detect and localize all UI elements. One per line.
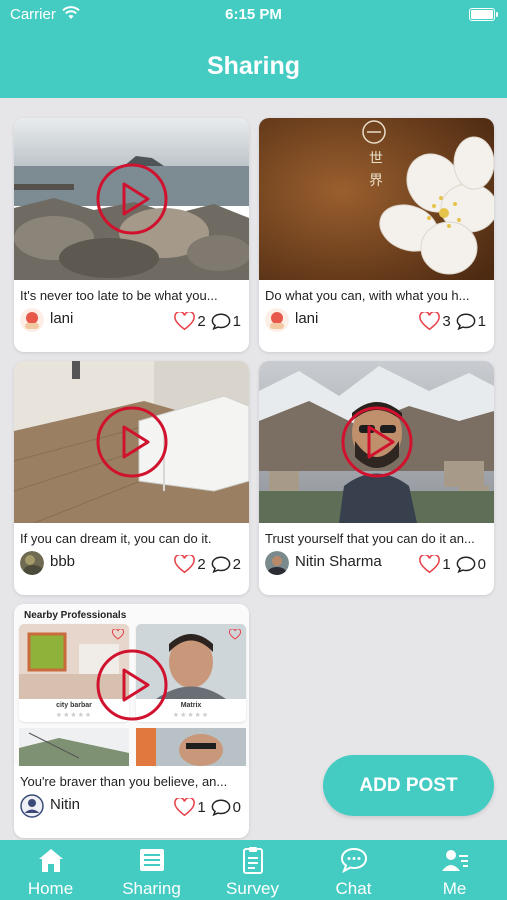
comment-count: 2: [232, 555, 241, 573]
app-header: Carrier 6:15 PM Sharing: [0, 0, 507, 98]
like-count: 1: [197, 798, 206, 816]
like-count: 1: [442, 555, 451, 573]
comment-count: 0: [232, 798, 241, 816]
list-icon: [139, 849, 164, 871]
tab-label: Chat: [335, 879, 372, 898]
comment-icon[interactable]: [211, 798, 231, 817]
comment-icon[interactable]: [456, 555, 476, 574]
page-title: Sharing: [206, 52, 301, 80]
post-thumbnail[interactable]: 世 界: [259, 118, 494, 280]
overlay-text: 世: [369, 151, 383, 167]
nearby-title: Nearby Professionals: [24, 610, 127, 621]
post-thumbnail[interactable]: Nearby Professionals city barbar ★★★★★ M…: [14, 604, 249, 766]
professional-tile: [136, 728, 246, 766]
post-author[interactable]: Nitin: [50, 796, 80, 813]
heart-icon: [112, 629, 124, 640]
add-post-button[interactable]: ADD POST: [323, 755, 494, 816]
play-icon[interactable]: [96, 649, 168, 721]
post-caption: It's never too late to be what you...: [20, 288, 218, 303]
post-thumbnail[interactable]: [259, 361, 494, 523]
post-author[interactable]: lani: [50, 310, 73, 327]
post-card[interactable]: If you can dream it, you can do it. bbb …: [14, 361, 249, 595]
heart-icon[interactable]: [419, 554, 441, 574]
tab-chat[interactable]: Chat: [303, 840, 404, 900]
profile-icon: [441, 850, 468, 871]
avatar[interactable]: [265, 308, 289, 332]
post-card[interactable]: Nearby Professionals city barbar ★★★★★ M…: [14, 604, 249, 838]
post-author[interactable]: Nitin Sharma: [295, 553, 382, 570]
like-count: 2: [197, 312, 206, 330]
avatar[interactable]: [20, 794, 44, 818]
heart-icon[interactable]: [174, 554, 196, 574]
tab-sharing[interactable]: Sharing: [101, 840, 202, 900]
heart-icon[interactable]: [174, 311, 196, 331]
home-icon: [38, 849, 63, 872]
play-icon[interactable]: [96, 406, 168, 478]
post-thumbnail[interactable]: [14, 361, 249, 523]
battery-icon: [469, 8, 498, 21]
tab-label: Me: [442, 879, 467, 898]
avatar[interactable]: [265, 551, 289, 575]
clipboard-icon: [242, 847, 263, 874]
post-caption: Trust yourself that you can do it an...: [265, 531, 475, 546]
comment-count: 1: [477, 312, 486, 330]
post-caption: Do what you can, with what you h...: [265, 288, 470, 303]
heart-icon: [229, 629, 241, 640]
avatar[interactable]: [20, 308, 44, 332]
comment-icon[interactable]: [211, 555, 231, 574]
post-caption: You're braver than you believe, an...: [20, 774, 228, 789]
avatar[interactable]: [20, 551, 44, 575]
comment-count: 1: [232, 312, 241, 330]
like-count: 3: [442, 312, 451, 330]
clock: 6:15 PM: [225, 6, 282, 23]
post-author[interactable]: lani: [295, 310, 318, 327]
comment-icon[interactable]: [211, 312, 231, 331]
post-thumbnail[interactable]: [14, 118, 249, 280]
post-card[interactable]: 世 界 Do what you can, with what you h... …: [259, 118, 494, 352]
chat-icon: [340, 847, 367, 874]
tab-bar: Home Sharing Survey Chat Me: [0, 840, 507, 900]
tab-home[interactable]: Home: [0, 840, 101, 900]
overlay-text: 界: [369, 173, 383, 189]
heart-icon[interactable]: [174, 797, 196, 817]
post-author[interactable]: bbb: [50, 553, 75, 570]
like-count: 2: [197, 555, 206, 573]
play-icon[interactable]: [96, 163, 168, 235]
comment-icon[interactable]: [456, 312, 476, 331]
tab-label: Sharing: [122, 879, 181, 898]
tab-label: Home: [27, 879, 74, 898]
comment-count: 0: [477, 555, 486, 573]
tab-survey[interactable]: Survey: [202, 840, 303, 900]
tab-me[interactable]: Me: [404, 840, 505, 900]
status-bar: Carrier 6:15 PM: [0, 4, 507, 26]
play-icon[interactable]: [341, 406, 413, 478]
professional-tile: [19, 728, 129, 766]
post-caption: If you can dream it, you can do it.: [20, 531, 212, 546]
heart-icon[interactable]: [419, 311, 441, 331]
post-card[interactable]: It's never too late to be what you... la…: [14, 118, 249, 352]
post-card[interactable]: Trust yourself that you can do it an... …: [259, 361, 494, 595]
tab-label: Survey: [226, 879, 279, 898]
